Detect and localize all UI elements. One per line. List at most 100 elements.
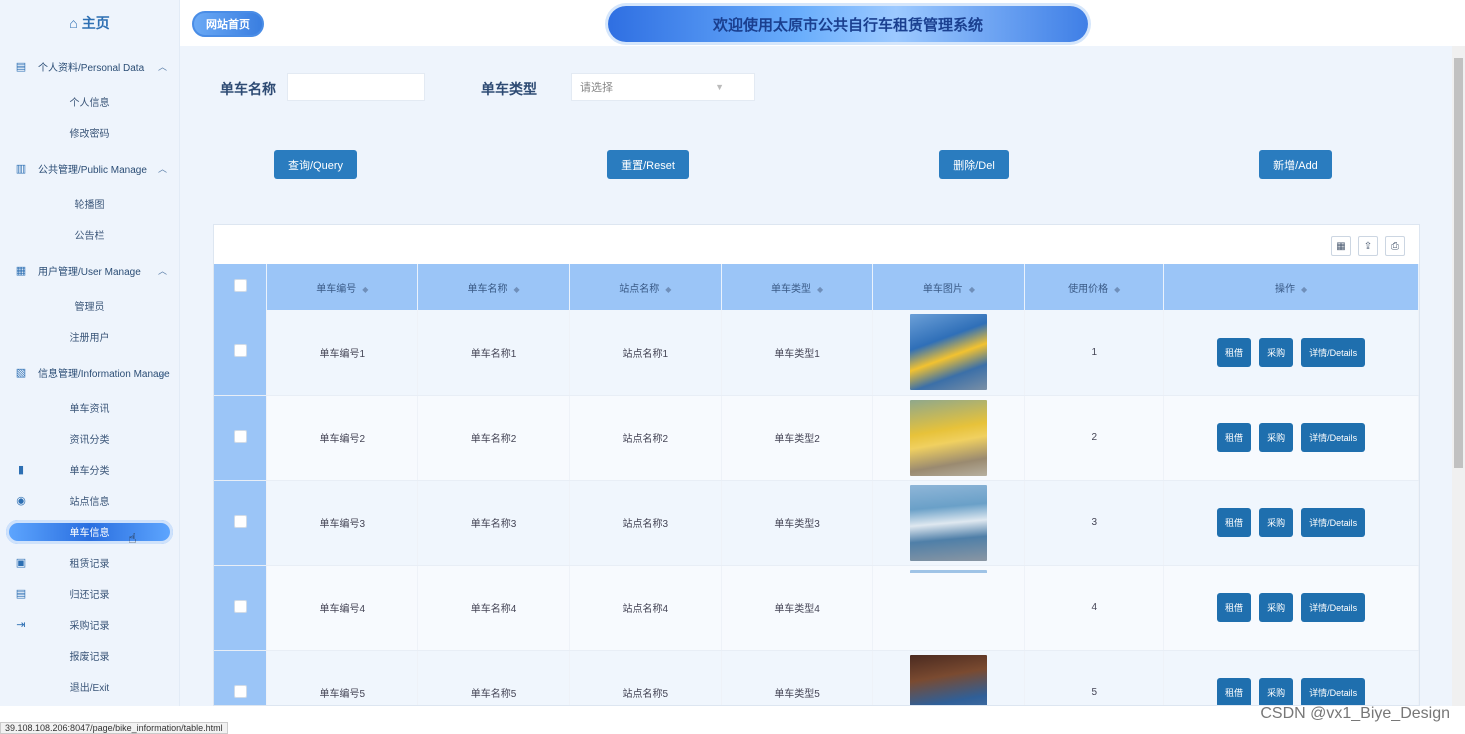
chart-icon: ▧ [15, 366, 27, 379]
sidebar-group-information[interactable]: ▧ 信息管理/Information Manage ︿ [0, 352, 179, 392]
sidebar-sub-notice[interactable]: 公告栏 [0, 219, 179, 250]
row-checkbox[interactable] [233, 599, 247, 613]
reset-button[interactable]: 重置/Reset [607, 150, 689, 179]
sidebar-sub-bike-news[interactable]: 单车资讯 [0, 392, 179, 423]
sidebar-group-user[interactable]: ▦ 用户管理/User Manage ︿ [0, 250, 179, 290]
sidebar-group-label: 用户管理/User Manage [38, 266, 141, 278]
sidebar-item-exit[interactable]: 退出/Exit [0, 671, 179, 702]
row-select-cell [214, 565, 268, 651]
columns-icon[interactable]: ▦ [1331, 236, 1351, 256]
col-header-price[interactable]: 使用价格 ◆ [1024, 264, 1165, 310]
details-button[interactable]: 详情/Details [1301, 508, 1366, 537]
cell-bike-name: 单车名称3 [417, 480, 570, 566]
scrollbar-thumb[interactable] [1454, 58, 1463, 468]
purchase-button[interactable]: 采购 [1259, 423, 1294, 452]
mouse-cursor-icon: ☝ [128, 530, 137, 546]
row-select-cell [214, 310, 268, 396]
cell-station-name: 站点名称3 [569, 480, 722, 566]
purchase-button[interactable]: 采购 [1259, 593, 1294, 622]
logout-icon: ⇥ [16, 619, 26, 631]
cell-station-name: 站点名称4 [569, 565, 722, 651]
sidebar-item-station-info[interactable]: ◉ 站点信息 [0, 485, 179, 516]
sidebar-item-rental-records[interactable]: ▣ 租赁记录 [0, 547, 179, 578]
cell-price: 4 [1024, 565, 1165, 651]
sidebar-item-return-records[interactable]: ▤ 归还记录 [0, 578, 179, 609]
details-button[interactable]: 详情/Details [1301, 423, 1366, 452]
location-icon: ◉ [16, 495, 26, 507]
cell-bike-no: 单车编号4 [266, 565, 419, 651]
col-header-bike-no[interactable]: 单车编号 ◆ [266, 264, 419, 310]
sidebar-sub-admin[interactable]: 管理员 [0, 290, 179, 321]
rent-button[interactable]: 租借 [1217, 508, 1252, 537]
col-header-bike-type[interactable]: 单车类型 ◆ [721, 264, 874, 310]
bike-photo[interactable] [910, 399, 988, 476]
rent-button[interactable]: 租借 [1217, 337, 1252, 367]
cell-price: 1 [1024, 310, 1165, 396]
query-button[interactable]: 查询/Query [274, 150, 357, 179]
row-checkbox[interactable] [233, 344, 247, 358]
cell-bike-type: 单车类型5 [721, 650, 874, 705]
col-header-station-name[interactable]: 站点名称 ◆ [569, 264, 722, 310]
bike-type-select[interactable]: 请选择 ▼ [571, 73, 755, 101]
bike-table: 单车编号 ◆ 单车名称 ◆ 站点名称 ◆ 单车类型 ◆ 单车图片 ◆ 使用价格 ◆ 操作 ◆ … [214, 264, 1419, 705]
delete-button[interactable]: 删除/Del [939, 150, 1009, 179]
sidebar-group-public[interactable]: ▥ 公共管理/Public Manage ︿ [0, 148, 179, 188]
cell-price: 3 [1024, 480, 1165, 566]
sidebar-item-purchase-records[interactable]: ⇥ 采购记录 [0, 609, 179, 640]
add-button[interactable]: 新增/Add [1259, 150, 1332, 179]
rent-button[interactable]: 租借 [1217, 678, 1252, 705]
select-all-checkbox[interactable] [233, 279, 247, 292]
cell-bike-type: 单车类型2 [721, 395, 874, 481]
sort-icon: ◆ [1114, 284, 1121, 294]
sidebar-group-personal[interactable]: ▤ 个人资料/Personal Data ︿ [0, 46, 179, 86]
details-button[interactable]: 详情/Details [1301, 593, 1366, 622]
print-icon[interactable]: ⎙ [1385, 236, 1405, 256]
website-home-button[interactable]: 网站首页 [192, 11, 264, 37]
purchase-button[interactable]: 采购 [1259, 337, 1294, 367]
chevron-up-icon: ︿ [157, 368, 167, 378]
sidebar-item-label: 退出/Exit [69, 683, 110, 694]
col-header-actions[interactable]: 操作 ◆ [1163, 264, 1419, 310]
bike-photo[interactable] [910, 654, 988, 705]
sidebar-sub-change-password[interactable]: 修改密码 [0, 117, 179, 148]
sidebar-item-scrap-records[interactable]: 报废记录 [0, 640, 179, 671]
table-toolbar: ▦ ⇪ ⎙ [1331, 236, 1405, 256]
rent-button[interactable]: 租借 [1217, 593, 1252, 622]
col-header-bike-image[interactable]: 单车图片 ◆ [872, 264, 1026, 310]
bike-photo[interactable] [910, 569, 988, 646]
sidebar-item-bike-info[interactable]: 单车信息 [0, 516, 179, 547]
table-row: 单车编号5 单车名称5 站点名称5 单车类型5 5 租借 采购 详情/Details [214, 650, 1419, 705]
bike-photo[interactable] [910, 484, 988, 561]
sidebar-sub-personal-info[interactable]: 个人信息 [0, 86, 179, 117]
purchase-button[interactable]: 采购 [1259, 508, 1294, 537]
cell-bike-no: 单车编号3 [266, 480, 419, 566]
bike-type-placeholder: 请选择 [580, 82, 613, 94]
sidebar-sub-news-category[interactable]: 资讯分类 [0, 423, 179, 454]
purchase-button[interactable]: 采购 [1259, 678, 1294, 705]
sidebar-sub-registered-users[interactable]: 注册用户 [0, 321, 179, 352]
sidebar-home[interactable]: ⌂ 主页 [0, 0, 179, 46]
details-button[interactable]: 详情/Details [1301, 678, 1366, 705]
cell-price: 2 [1024, 395, 1165, 481]
row-select-cell [214, 395, 268, 481]
cell-actions: 租借 采购 详情/Details [1163, 310, 1419, 396]
row-checkbox[interactable] [233, 514, 247, 528]
app-root: ⌂ 主页 ▤ 个人资料/Personal Data ︿ 个人信息 修改密码 ▥ … [0, 0, 1465, 734]
col-header-bike-name[interactable]: 单车名称 ◆ [417, 264, 570, 310]
row-checkbox[interactable] [233, 429, 247, 443]
cell-bike-type: 单车类型3 [721, 480, 874, 566]
sidebar-sub-carousel[interactable]: 轮播图 [0, 188, 179, 219]
bike-photo[interactable] [910, 314, 988, 391]
rent-button[interactable]: 租借 [1217, 423, 1252, 452]
sidebar-item-bike-category[interactable]: ▮ 单车分类 [0, 454, 179, 485]
cell-bike-image [872, 565, 1026, 651]
book-icon: ▤ [15, 588, 27, 600]
page-scrollbar[interactable] [1452, 46, 1465, 706]
sort-icon: ◆ [968, 284, 975, 294]
bike-name-input[interactable] [287, 73, 425, 101]
export-icon[interactable]: ⇪ [1358, 236, 1378, 256]
table-row: 单车编号3 单车名称3 站点名称3 单车类型3 3 租借 采购 详情/Details [214, 480, 1419, 566]
row-checkbox[interactable] [233, 684, 247, 698]
details-button[interactable]: 详情/Details [1301, 337, 1366, 367]
table-row: 单车编号1 单车名称1 站点名称1 单车类型1 1 租借 采购 详情/Details [214, 310, 1419, 396]
